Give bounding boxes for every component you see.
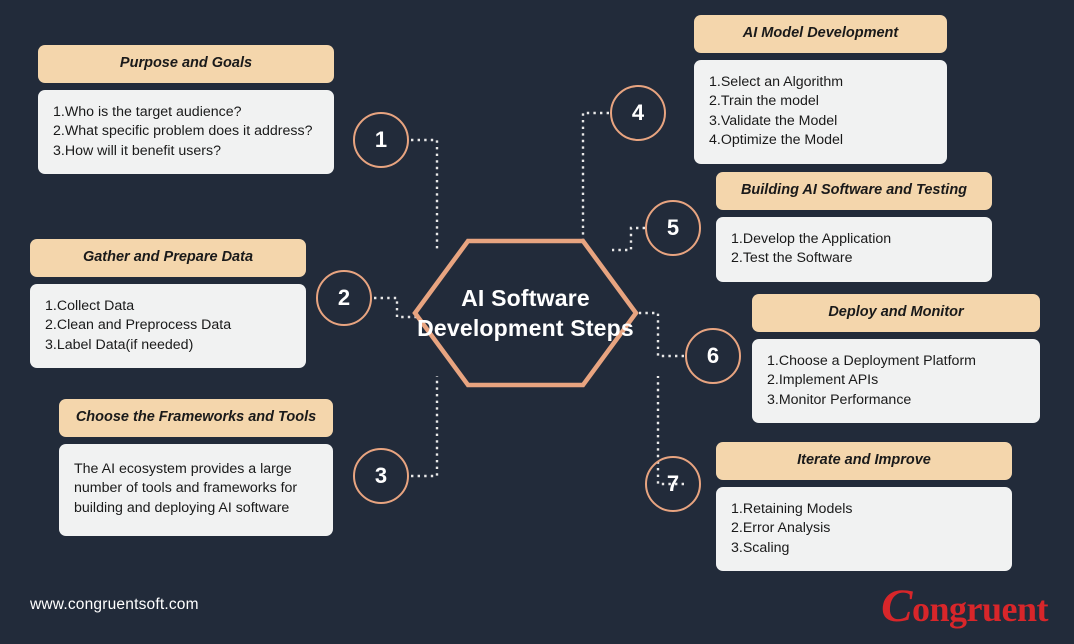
list-item: Train the model	[720, 93, 819, 110]
step-circle-5[interactable]: 5	[645, 200, 701, 256]
step-circle-6[interactable]: 6	[685, 328, 741, 384]
card-iterate-and-improve[interactable]: Iterate and Improve Retaining Models Err…	[716, 442, 1012, 572]
list-item: What specific problem does it address?	[64, 123, 313, 140]
step-number-2: 2	[337, 285, 351, 310]
list-item: Retaining Models	[742, 500, 853, 517]
step-circle-1[interactable]: 1	[353, 112, 409, 168]
card-choose-the-frameworks-and-tools[interactable]: Choose the Frameworks and Tools The AI e…	[59, 399, 333, 537]
card-title-deploy-and-monitor: Deploy and Monitor	[752, 294, 1040, 332]
list-item: Collect Data	[56, 297, 135, 314]
card-title-iterate-and-improve: Iterate and Improve	[716, 442, 1012, 480]
card-body-iterate-and-improve: Retaining Models Error Analysis Scaling	[716, 486, 1012, 572]
list-item: Implement APIs	[778, 372, 879, 389]
step-circle-7[interactable]: 7	[645, 456, 701, 512]
connector-step-3	[411, 376, 439, 478]
step-number-1: 1	[374, 127, 388, 152]
step-circle-4[interactable]: 4	[610, 85, 666, 141]
card-title-purpose-and-goals: Purpose and Goals	[38, 45, 334, 83]
card-body-deploy-and-monitor: Choose a Deployment Platform Implement A…	[752, 338, 1040, 424]
card-title-ai-model-development: AI Model Development	[694, 15, 947, 53]
card-deploy-and-monitor[interactable]: Deploy and Monitor Choose a Deployment P…	[752, 294, 1040, 424]
card-purpose-and-goals[interactable]: Purpose and Goals Who is the target audi…	[38, 45, 334, 175]
card-building-ai-software-and-testing[interactable]: Building AI Software and Testing Develop…	[716, 172, 992, 282]
card-gather-and-prepare-data[interactable]: Gather and Prepare Data Collect Data Cle…	[30, 239, 306, 369]
list-item: Optimize the Model	[720, 132, 844, 149]
list-item: Monitor Performance	[778, 391, 912, 408]
list-item: Validate the Model	[720, 112, 838, 129]
card-body-ai-model-development: Select an Algorithm Train the model Vali…	[694, 59, 947, 164]
card-list-deploy-and-monitor: Choose a Deployment Platform Implement A…	[767, 352, 1025, 410]
logo-initial: C	[881, 580, 912, 632]
card-ai-model-development[interactable]: AI Model Development Select an Algorithm…	[694, 15, 947, 164]
card-body-gather-and-prepare-data: Collect Data Clean and Preprocess Data L…	[30, 283, 306, 369]
card-body-building-ai-software-and-testing: Develop the Application Test the Softwar…	[716, 216, 992, 282]
footer-website-url[interactable]: www.congruentsoft.com	[30, 596, 199, 614]
connector-step-4	[581, 111, 609, 251]
card-paragraph: The AI ecosystem provides a large number…	[74, 460, 298, 516]
list-item: Test the Software	[742, 250, 853, 267]
card-body-choose-the-frameworks-and-tools: The AI ecosystem provides a large number…	[59, 443, 333, 537]
card-list-gather-and-prepare-data: Collect Data Clean and Preprocess Data L…	[45, 297, 291, 355]
step-circle-2[interactable]: 2	[316, 270, 372, 326]
list-item: Error Analysis	[742, 520, 831, 537]
list-item: How will it benefit users?	[64, 142, 221, 159]
card-title-building-ai-software-and-testing: Building AI Software and Testing	[716, 172, 992, 210]
logo-wordmark: ongruent	[911, 589, 1049, 629]
congruent-logo: Congruent	[881, 583, 1048, 630]
list-item: Choose a Deployment Platform	[778, 352, 976, 369]
step-number-6: 6	[706, 343, 720, 368]
list-item: Scaling	[742, 539, 790, 556]
card-list-purpose-and-goals: Who is the target audience? What specifi…	[53, 103, 319, 161]
step-number-5: 5	[666, 215, 680, 240]
infographic-canvas: AI Software Development Steps 1 2 3 4 5 …	[0, 0, 1074, 644]
card-body-purpose-and-goals: Who is the target audience? What specifi…	[38, 89, 334, 175]
card-title-gather-and-prepare-data: Gather and Prepare Data	[30, 239, 306, 277]
list-item: Who is the target audience?	[64, 103, 242, 120]
list-item: Select an Algorithm	[720, 73, 844, 90]
step-number-3: 3	[374, 463, 388, 488]
card-list-iterate-and-improve: Retaining Models Error Analysis Scaling	[731, 500, 997, 558]
step-circle-3[interactable]: 3	[353, 448, 409, 504]
center-title: AI Software Development Steps	[417, 284, 634, 341]
card-title-choose-the-frameworks-and-tools: Choose the Frameworks and Tools	[59, 399, 333, 437]
list-item: Label Data(if needed)	[56, 336, 194, 353]
card-list-building-ai-software-and-testing: Develop the Application Test the Softwar…	[731, 230, 977, 269]
list-item: Develop the Application	[742, 230, 892, 247]
connector-step-6	[639, 311, 684, 358]
list-item: Clean and Preprocess Data	[56, 317, 232, 334]
connector-step-1	[411, 138, 439, 251]
step-number-7: 7	[666, 471, 680, 496]
step-number-4: 4	[631, 100, 645, 125]
center-hexagon: AI Software Development Steps	[412, 238, 639, 388]
card-list-ai-model-development: Select an Algorithm Train the model Vali…	[709, 73, 932, 151]
